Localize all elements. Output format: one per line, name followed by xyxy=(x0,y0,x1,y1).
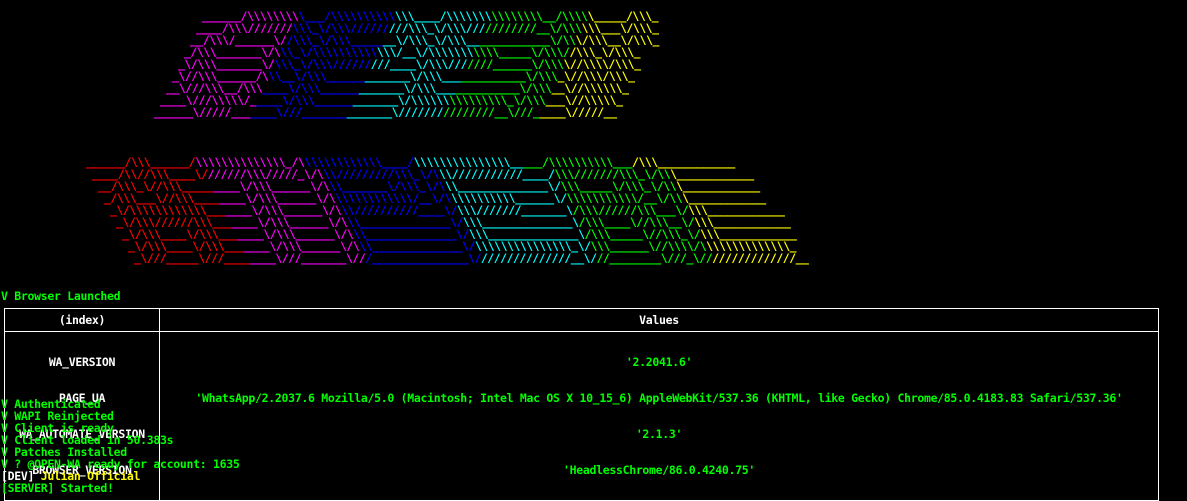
value-wa-automate-version: '2.1.3' xyxy=(635,427,683,441)
ascii-art-line: _\///_____\///________\///_______\///___… xyxy=(134,251,809,265)
log-server-started: [SERVER] Started! xyxy=(1,481,114,495)
ascii-art-segment: //////////////__\/ xyxy=(480,251,597,265)
table-header-row: (index) Values xyxy=(4,308,1159,332)
ascii-art-segment: /_______________\/ xyxy=(365,251,481,265)
ascii-art-segment: ______\/////___ xyxy=(154,105,251,119)
terminal-window: ______/\\\\\\\\\___/\\\\\\\\\\\\\____/\\… xyxy=(0,0,1187,501)
table-row: WA_VERSION PAGE_UA WA_AUTOMATE_VERSION B… xyxy=(4,331,1159,501)
values-cell: '2.2041.6' 'WhatsApp/2.2037.6 Mozilla/5.… xyxy=(159,331,1159,501)
ascii-art-segment: ____\/////__ xyxy=(539,105,617,119)
ascii-art-segment: ____\///_______ xyxy=(250,105,347,119)
ascii-art-segment: //________\///_\// xyxy=(596,251,713,265)
versions-table: (index) Values WA_VERSION PAGE_UA WA_AUT… xyxy=(4,308,1159,501)
ascii-art-segment: ____\///_______\// xyxy=(249,251,366,265)
ascii-art-segment: _______\/////// xyxy=(346,105,444,119)
value-page-ua: 'WhatsApp/2.2037.6 Mozilla/5.0 (Macintos… xyxy=(195,391,1123,405)
index-column-header: (index) xyxy=(4,308,160,332)
values-column-header: Values xyxy=(159,308,1159,332)
ascii-art-segment: /////////////__ xyxy=(712,251,809,265)
ascii-art-segment: _\///_____\///____ xyxy=(134,251,250,265)
value-browser-version: 'HeadlessChrome/86.0.4240.75' xyxy=(562,463,756,477)
key-wa-version: WA_VERSION xyxy=(48,355,116,369)
value-wa-version: '2.2041.6' xyxy=(625,355,693,369)
ascii-art-segment: ////////__\///_ xyxy=(443,105,540,119)
log-browser-launched: V Browser Launched xyxy=(1,289,121,303)
ascii-art-line: ______\/////_______\///______________\//… xyxy=(154,106,617,118)
